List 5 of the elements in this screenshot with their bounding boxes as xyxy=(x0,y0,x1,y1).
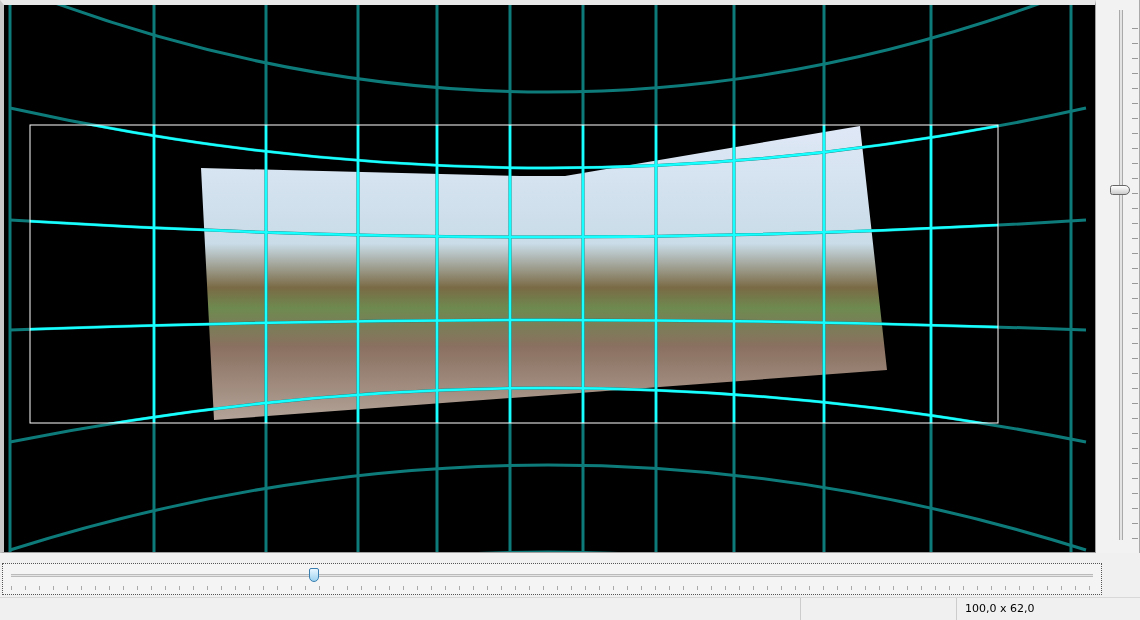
horizontal-slider[interactable] xyxy=(2,563,1102,595)
dimensions-text: 100,0 x 62,0 xyxy=(965,602,1035,615)
crop-frame[interactable] xyxy=(29,124,999,424)
horizontal-slider-thumb[interactable] xyxy=(308,568,319,582)
vertical-slider-thumb[interactable] xyxy=(1110,185,1130,196)
